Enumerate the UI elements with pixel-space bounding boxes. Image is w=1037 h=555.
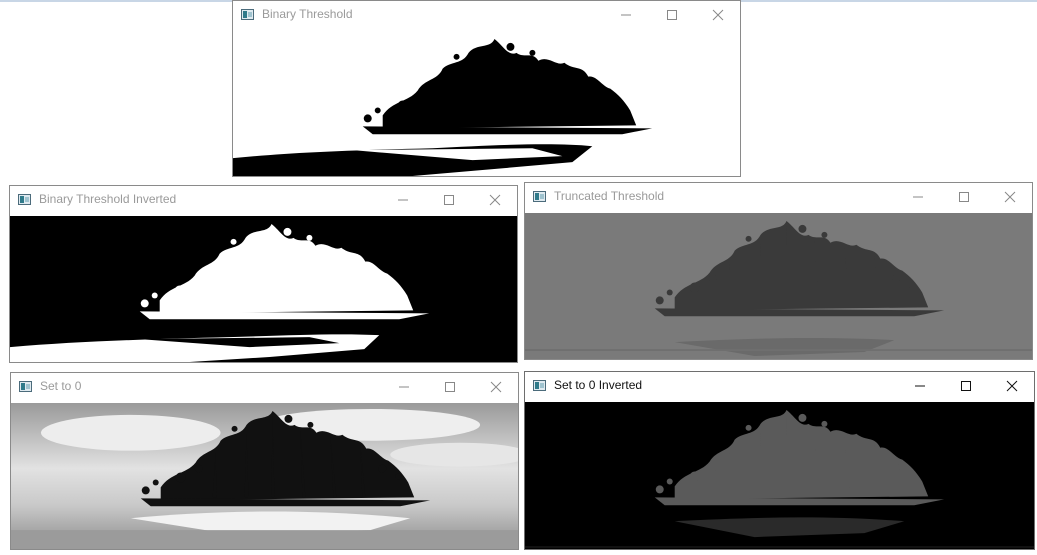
close-button[interactable] [474, 373, 520, 402]
minimize-button[interactable] [381, 186, 427, 215]
minimize-icon [399, 386, 409, 388]
minimize-icon [398, 199, 408, 201]
maximize-button[interactable] [942, 183, 988, 212]
minimize-icon [915, 385, 925, 387]
titlebar[interactable]: Binary Threshold Inverted [10, 186, 517, 215]
window-set-to-0[interactable]: Set to 0 [10, 372, 519, 550]
image-binary-threshold [233, 31, 740, 176]
titlebar[interactable]: Truncated Threshold [525, 183, 1032, 212]
close-icon [1006, 380, 1018, 392]
close-icon [1004, 191, 1016, 203]
close-button[interactable] [990, 372, 1036, 401]
opencv-window-icon [533, 380, 546, 391]
maximize-icon [445, 382, 455, 392]
minimize-icon [621, 14, 631, 16]
close-icon [490, 381, 502, 393]
maximize-button[interactable] [428, 373, 474, 402]
window-set-to-0-inverted[interactable]: Set to 0 Inverted [524, 371, 1035, 550]
window-title: Binary Threshold [262, 7, 353, 21]
opencv-window-icon [241, 9, 254, 20]
image-set-to-0-inverted [525, 402, 1034, 549]
maximize-button[interactable] [944, 372, 990, 401]
opencv-window-icon [19, 381, 32, 392]
minimize-icon [913, 196, 923, 198]
titlebar[interactable]: Set to 0 Inverted [525, 372, 1034, 401]
close-button[interactable] [473, 186, 519, 215]
window-title: Truncated Threshold [554, 189, 665, 203]
window-truncated-threshold[interactable]: Truncated Threshold [524, 182, 1033, 360]
close-button[interactable] [696, 1, 742, 30]
close-button[interactable] [988, 183, 1034, 212]
titlebar[interactable]: Binary Threshold [233, 1, 740, 30]
minimize-button[interactable] [604, 1, 650, 30]
window-binary-threshold-inverted[interactable]: Binary Threshold Inverted [9, 185, 518, 363]
titlebar[interactable]: Set to 0 [11, 373, 518, 402]
minimize-button[interactable] [898, 372, 944, 401]
minimize-button[interactable] [382, 373, 428, 402]
opencv-window-icon [533, 191, 546, 202]
window-title: Binary Threshold Inverted [39, 192, 177, 206]
maximize-button[interactable] [427, 186, 473, 215]
window-binary-threshold[interactable]: Binary Threshold [232, 0, 741, 177]
image-truncated-threshold [525, 213, 1032, 359]
maximize-icon [959, 192, 969, 202]
close-icon [712, 9, 724, 21]
maximize-button[interactable] [650, 1, 696, 30]
window-title: Set to 0 [40, 379, 82, 393]
maximize-icon [667, 10, 677, 20]
close-icon [489, 194, 501, 206]
image-set-to-0 [11, 403, 518, 549]
opencv-window-icon [18, 194, 31, 205]
maximize-icon [961, 381, 971, 391]
image-binary-threshold-inverted [10, 216, 517, 362]
minimize-button[interactable] [896, 183, 942, 212]
maximize-icon [444, 195, 454, 205]
window-title: Set to 0 Inverted [554, 378, 643, 392]
